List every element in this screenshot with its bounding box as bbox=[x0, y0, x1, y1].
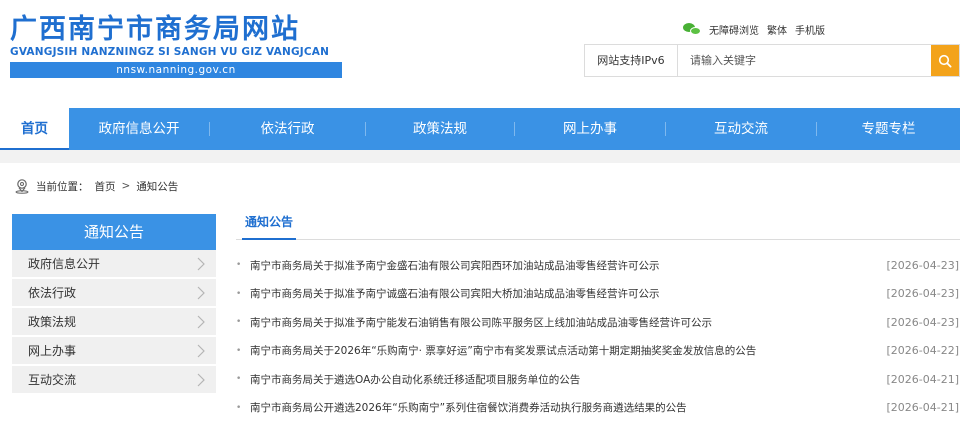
search-icon bbox=[938, 54, 952, 68]
notice-title[interactable]: 南宁市商务局关于拟准予南宁能发石油销售有限公司陈平服务区上线加油站成品油零售经营… bbox=[250, 315, 879, 330]
search-box bbox=[678, 44, 960, 77]
site-logo[interactable]: 广西南宁市商务局网站 GVANGJSIH NANZNINGZ SI SANGH … bbox=[10, 14, 342, 78]
notice-title[interactable]: 南宁市商务局关于遴选OA办公自动化系统迁移适配项目服务单位的公告 bbox=[250, 372, 879, 387]
notice-list-panel: 通知公告 • 南宁市商务局关于拟准予南宁金盛石油有限公司宾阳西环加油站成品油零售… bbox=[236, 209, 960, 422]
search-button[interactable] bbox=[931, 45, 959, 76]
nav-online-service[interactable]: 网上办事 bbox=[515, 108, 665, 150]
search-input[interactable] bbox=[678, 45, 931, 76]
nav-policy[interactable]: 政策法规 bbox=[366, 108, 514, 150]
sidebar-item-interaction[interactable]: 互动交流 bbox=[12, 366, 216, 395]
breadcrumb-prefix: 当前位置： bbox=[36, 180, 89, 193]
chevron-right-icon bbox=[197, 286, 205, 299]
notice-date: [2026-04-23] bbox=[886, 315, 959, 329]
nav-gov-info[interactable]: 政府信息公开 bbox=[69, 108, 209, 150]
sidebar-item-label: 政府信息公开 bbox=[28, 257, 101, 271]
sidebar-item-label: 依法行政 bbox=[28, 286, 77, 300]
notice-date: [2026-04-23] bbox=[886, 258, 959, 272]
notice-title[interactable]: 南宁市商务局公开遴选2026年“乐购南宁”系列住宿餐饮消费券活动执行服务商遴选结… bbox=[250, 400, 879, 415]
sidebar-item-gov-info[interactable]: 政府信息公开 bbox=[12, 250, 216, 279]
site-header: 广西南宁市商务局网站 GVANGJSIH NANZNINGZ SI SANGH … bbox=[0, 0, 960, 108]
mobile-version-link[interactable]: 手机版 bbox=[795, 22, 825, 37]
bullet: • bbox=[236, 288, 242, 299]
chevron-right-icon bbox=[197, 373, 205, 386]
nav-interaction[interactable]: 互动交流 bbox=[666, 108, 816, 150]
nav-law-admin[interactable]: 依法行政 bbox=[210, 108, 365, 150]
sidebar-item-online-service[interactable]: 网上办事 bbox=[12, 337, 216, 366]
list-item[interactable]: • 南宁市商务局关于拟准予南宁金盛石油有限公司宾阳西环加油站成品油零售经营许可公… bbox=[236, 251, 960, 280]
sidebar: 通知公告 政府信息公开 依法行政 政策法规 网上办事 互动交流 bbox=[12, 209, 216, 422]
notice-date: [2026-04-21] bbox=[886, 401, 959, 415]
notice-date: [2026-04-22] bbox=[886, 344, 959, 358]
nav-home[interactable]: 首页 bbox=[0, 108, 69, 150]
chevron-right-icon bbox=[197, 257, 205, 270]
sidebar-item-policy[interactable]: 政策法规 bbox=[12, 308, 216, 337]
nav-bottom-band bbox=[0, 150, 960, 163]
ipv6-badge: 网站支持IPv6 bbox=[584, 44, 678, 77]
sidebar-item-label: 政策法规 bbox=[28, 315, 77, 329]
nav-special-topics[interactable]: 专题专栏 bbox=[817, 108, 960, 150]
notice-title[interactable]: 南宁市商务局关于拟准予南宁诚盛石油有限公司宾阳大桥加油站成品油零售经营许可公示 bbox=[250, 286, 879, 301]
logo-domain: nnsw.nanning.gov.cn bbox=[10, 62, 342, 78]
logo-chinese-title: 广西南宁市商务局网站 bbox=[10, 14, 300, 45]
breadcrumb: 当前位置： 首页 > 通知公告 bbox=[0, 163, 960, 209]
notice-date: [2026-04-23] bbox=[886, 287, 959, 301]
list-item[interactable]: • 南宁市商务局关于拟准予南宁诚盛石油有限公司宾阳大桥加油站成品油零售经营许可公… bbox=[236, 280, 960, 309]
main-nav: 首页 政府信息公开 依法行政 政策法规 网上办事 互动交流 专题专栏 bbox=[0, 108, 960, 150]
location-pin-icon bbox=[15, 179, 29, 194]
breadcrumb-separator: > bbox=[121, 180, 131, 192]
bullet: • bbox=[236, 345, 242, 356]
sidebar-item-label: 互动交流 bbox=[28, 373, 77, 387]
list-item[interactable]: • 南宁市商务局关于遴选OA办公自动化系统迁移适配项目服务单位的公告 [2026… bbox=[236, 365, 960, 394]
list-item[interactable]: • 南宁市商务局关于拟准予南宁能发石油销售有限公司陈平服务区上线加油站成品油零售… bbox=[236, 308, 960, 337]
content-title: 通知公告 bbox=[242, 209, 297, 240]
list-item[interactable]: • 南宁市商务局公开遴选2026年“乐购南宁”系列住宿餐饮消费券活动执行服务商遴… bbox=[236, 394, 960, 423]
bullet: • bbox=[236, 317, 242, 328]
bullet: • bbox=[236, 260, 242, 271]
bullet: • bbox=[236, 374, 242, 385]
top-links: 无障碍浏览 繁体 手机版 bbox=[683, 22, 825, 37]
sidebar-title: 通知公告 bbox=[12, 214, 216, 250]
chevron-right-icon bbox=[197, 315, 205, 328]
notice-title[interactable]: 南宁市商务局关于2026年“乐购南宁· 票享好运”南宁市有奖发票试点活动第十期定… bbox=[250, 343, 879, 358]
notice-list: • 南宁市商务局关于拟准予南宁金盛石油有限公司宾阳西环加油站成品油零售经营许可公… bbox=[236, 251, 960, 422]
breadcrumb-home[interactable]: 首页 bbox=[95, 179, 116, 194]
traditional-chinese-link[interactable]: 繁体 bbox=[767, 22, 787, 37]
chevron-right-icon bbox=[197, 344, 205, 357]
notice-title[interactable]: 南宁市商务局关于拟准予南宁金盛石油有限公司宾阳西环加油站成品油零售经营许可公示 bbox=[250, 258, 879, 273]
breadcrumb-current[interactable]: 通知公告 bbox=[136, 179, 178, 194]
notice-date: [2026-04-21] bbox=[886, 372, 959, 386]
logo-pinyin-title: GVANGJSIH NANZNINGZ SI SANGH VU GIZ VANG… bbox=[10, 46, 330, 58]
wechat-icon[interactable] bbox=[683, 23, 701, 36]
accessibility-link[interactable]: 无障碍浏览 bbox=[709, 22, 759, 37]
bullet: • bbox=[236, 402, 242, 413]
main-area: 通知公告 政府信息公开 依法行政 政策法规 网上办事 互动交流 通知公告 • 南… bbox=[0, 209, 960, 422]
sidebar-item-label: 网上办事 bbox=[28, 344, 77, 358]
sidebar-item-law-admin[interactable]: 依法行政 bbox=[12, 279, 216, 308]
content-header: 通知公告 bbox=[236, 209, 960, 240]
list-item[interactable]: • 南宁市商务局关于2026年“乐购南宁· 票享好运”南宁市有奖发票试点活动第十… bbox=[236, 337, 960, 366]
